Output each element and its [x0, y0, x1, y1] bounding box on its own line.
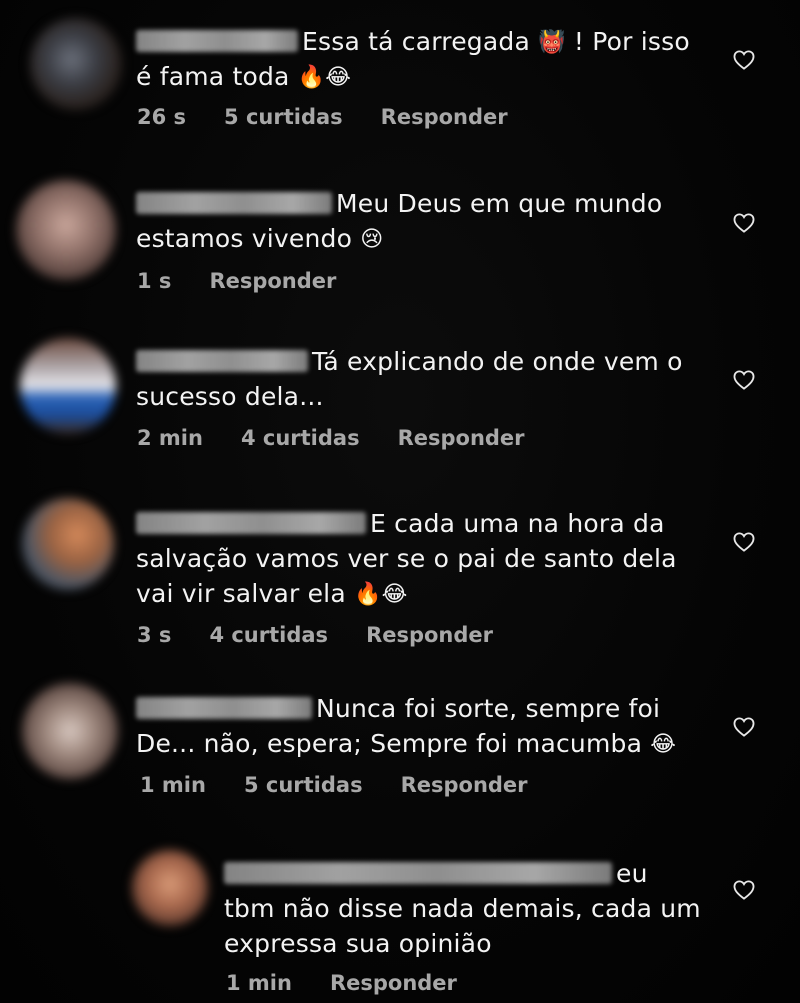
- laughing-emoji: 😂: [650, 732, 677, 757]
- comment-text: Meu Deus em que mundo estamos vivendo 😢: [136, 189, 663, 253]
- likes-count[interactable]: 4 curtidas: [241, 426, 360, 450]
- reply-button[interactable]: Responder: [381, 105, 508, 129]
- reply-button[interactable]: Responder: [209, 269, 336, 293]
- heart-outline-icon[interactable]: [733, 213, 757, 235]
- comment-meta: 26 s 5 curtidas Responder: [137, 105, 546, 129]
- comment-text: Tá explicando de onde vem o sucesso dela…: [136, 347, 683, 411]
- comment-time: 1 min: [140, 773, 206, 797]
- avatar[interactable]: [16, 180, 116, 280]
- comment-meta: 1 s Responder: [137, 269, 374, 293]
- comment-text: Nunca foi sorte, sempre foi De... não, e…: [136, 694, 677, 758]
- likes-count[interactable]: 5 curtidas: [244, 773, 363, 797]
- heart-outline-icon[interactable]: [733, 880, 757, 902]
- reply-button[interactable]: Responder: [366, 623, 493, 647]
- comment-time: 26 s: [137, 105, 187, 129]
- username-redacted[interactable]: [136, 192, 332, 214]
- comment-text: Essa tá carregada 👹 ! Por isso é fama to…: [136, 27, 690, 91]
- comments-panel: Essa tá carregada 👹 ! Por isso é fama to…: [0, 0, 800, 1003]
- avatar[interactable]: [20, 338, 116, 434]
- ogre-emoji: 👹: [538, 30, 566, 55]
- reply-button[interactable]: Responder: [398, 426, 525, 450]
- heart-outline-icon[interactable]: [733, 717, 757, 739]
- crying-emoji: 😢: [360, 227, 384, 252]
- reply-button[interactable]: Responder: [401, 773, 528, 797]
- avatar[interactable]: [30, 18, 122, 110]
- likes-count[interactable]: 5 curtidas: [224, 105, 343, 129]
- avatar[interactable]: [22, 683, 118, 779]
- fire-laugh-emoji: 🔥😂: [354, 582, 408, 607]
- username-redacted[interactable]: [136, 30, 298, 52]
- username-redacted[interactable]: [224, 862, 612, 884]
- comment-time: 3 s: [137, 623, 172, 647]
- likes-count[interactable]: 4 curtidas: [209, 623, 328, 647]
- fire-laugh-emoji: 🔥😂: [297, 65, 352, 90]
- comment-meta: 3 s 4 curtidas Responder: [137, 623, 531, 647]
- comment-text: E cada uma na hora da salvação vamos ver…: [136, 509, 677, 608]
- comment-meta: 1 min 5 curtidas Responder: [140, 773, 566, 797]
- comment-time: 2 min: [137, 426, 203, 450]
- heart-outline-icon[interactable]: [733, 532, 757, 554]
- avatar[interactable]: [132, 850, 208, 926]
- username-redacted[interactable]: [136, 350, 308, 372]
- heart-outline-icon[interactable]: [733, 370, 757, 392]
- comment-time: 1 min: [226, 971, 292, 995]
- comment-meta: 1 min Responder: [226, 971, 495, 995]
- reply-button[interactable]: Responder: [330, 971, 457, 995]
- username-redacted[interactable]: [136, 697, 312, 719]
- comment-time: 1 s: [137, 269, 172, 293]
- avatar[interactable]: [22, 498, 114, 590]
- comment-text: eu tbm não disse nada demais, cada um ex…: [224, 859, 701, 958]
- username-redacted[interactable]: [136, 512, 366, 534]
- heart-outline-icon[interactable]: [733, 50, 757, 72]
- comment-meta: 2 min 4 curtidas Responder: [137, 426, 563, 450]
